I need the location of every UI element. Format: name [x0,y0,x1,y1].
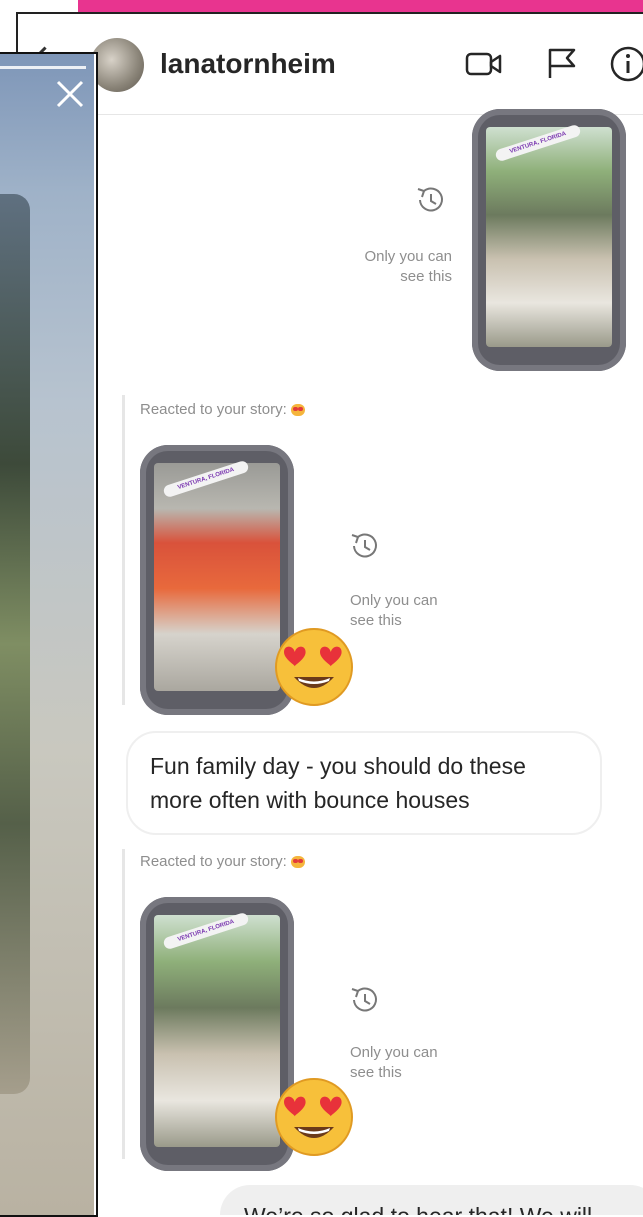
heart-eyes-emoji-icon [275,1078,353,1156]
thread-header: lanatornheim [18,14,643,115]
heart-eyes-emoji-icon [275,628,353,706]
info-icon[interactable] [608,44,643,84]
heart-eyes-emoji-icon [290,856,305,869]
history-icon [351,987,377,1012]
history-icon [351,533,377,558]
video-call-icon[interactable] [464,44,504,84]
shared-story-thumbnail[interactable]: VENTURA, FLORIDA [472,109,626,371]
story-photo-card [0,194,30,1094]
history-icon [417,187,443,212]
only-you-note: Only you can see this [350,1044,438,1081]
only-you-note: Only you can see this [350,592,438,629]
reaction-label: Reacted to your story: [140,853,305,870]
accent-bar [78,0,643,12]
reacted-story-thumbnail[interactable]: VENTURA, FLORIDA [140,897,294,1171]
outgoing-message-bubble[interactable]: We’re so glad to hear that! We will [220,1185,643,1215]
reaction-divider [122,849,125,1159]
incoming-message-bubble[interactable]: Fun family day - you should do these mor… [126,731,602,835]
reaction-divider [122,395,125,705]
username[interactable]: lanatornheim [160,48,336,80]
story-progress-bar [0,66,86,69]
reaction-label-text: Reacted to your story: [140,853,287,870]
only-you-note: Only you can see this [364,248,452,285]
story-viewer-panel [0,52,98,1217]
avatar[interactable] [90,38,144,92]
reaction-label-text: Reacted to your story: [140,401,287,418]
dm-thread-screen: lanatornheim VENTURA, FLORIDA Only you c… [16,12,643,1215]
message-thread: VENTURA, FLORIDA Only you can see this R… [114,109,643,1215]
flag-icon[interactable] [542,44,582,84]
reaction-label: Reacted to your story: [140,401,305,418]
close-icon[interactable] [50,74,90,114]
reacted-story-thumbnail[interactable]: VENTURA, FLORIDA [140,445,294,715]
heart-eyes-emoji-icon [290,404,305,417]
